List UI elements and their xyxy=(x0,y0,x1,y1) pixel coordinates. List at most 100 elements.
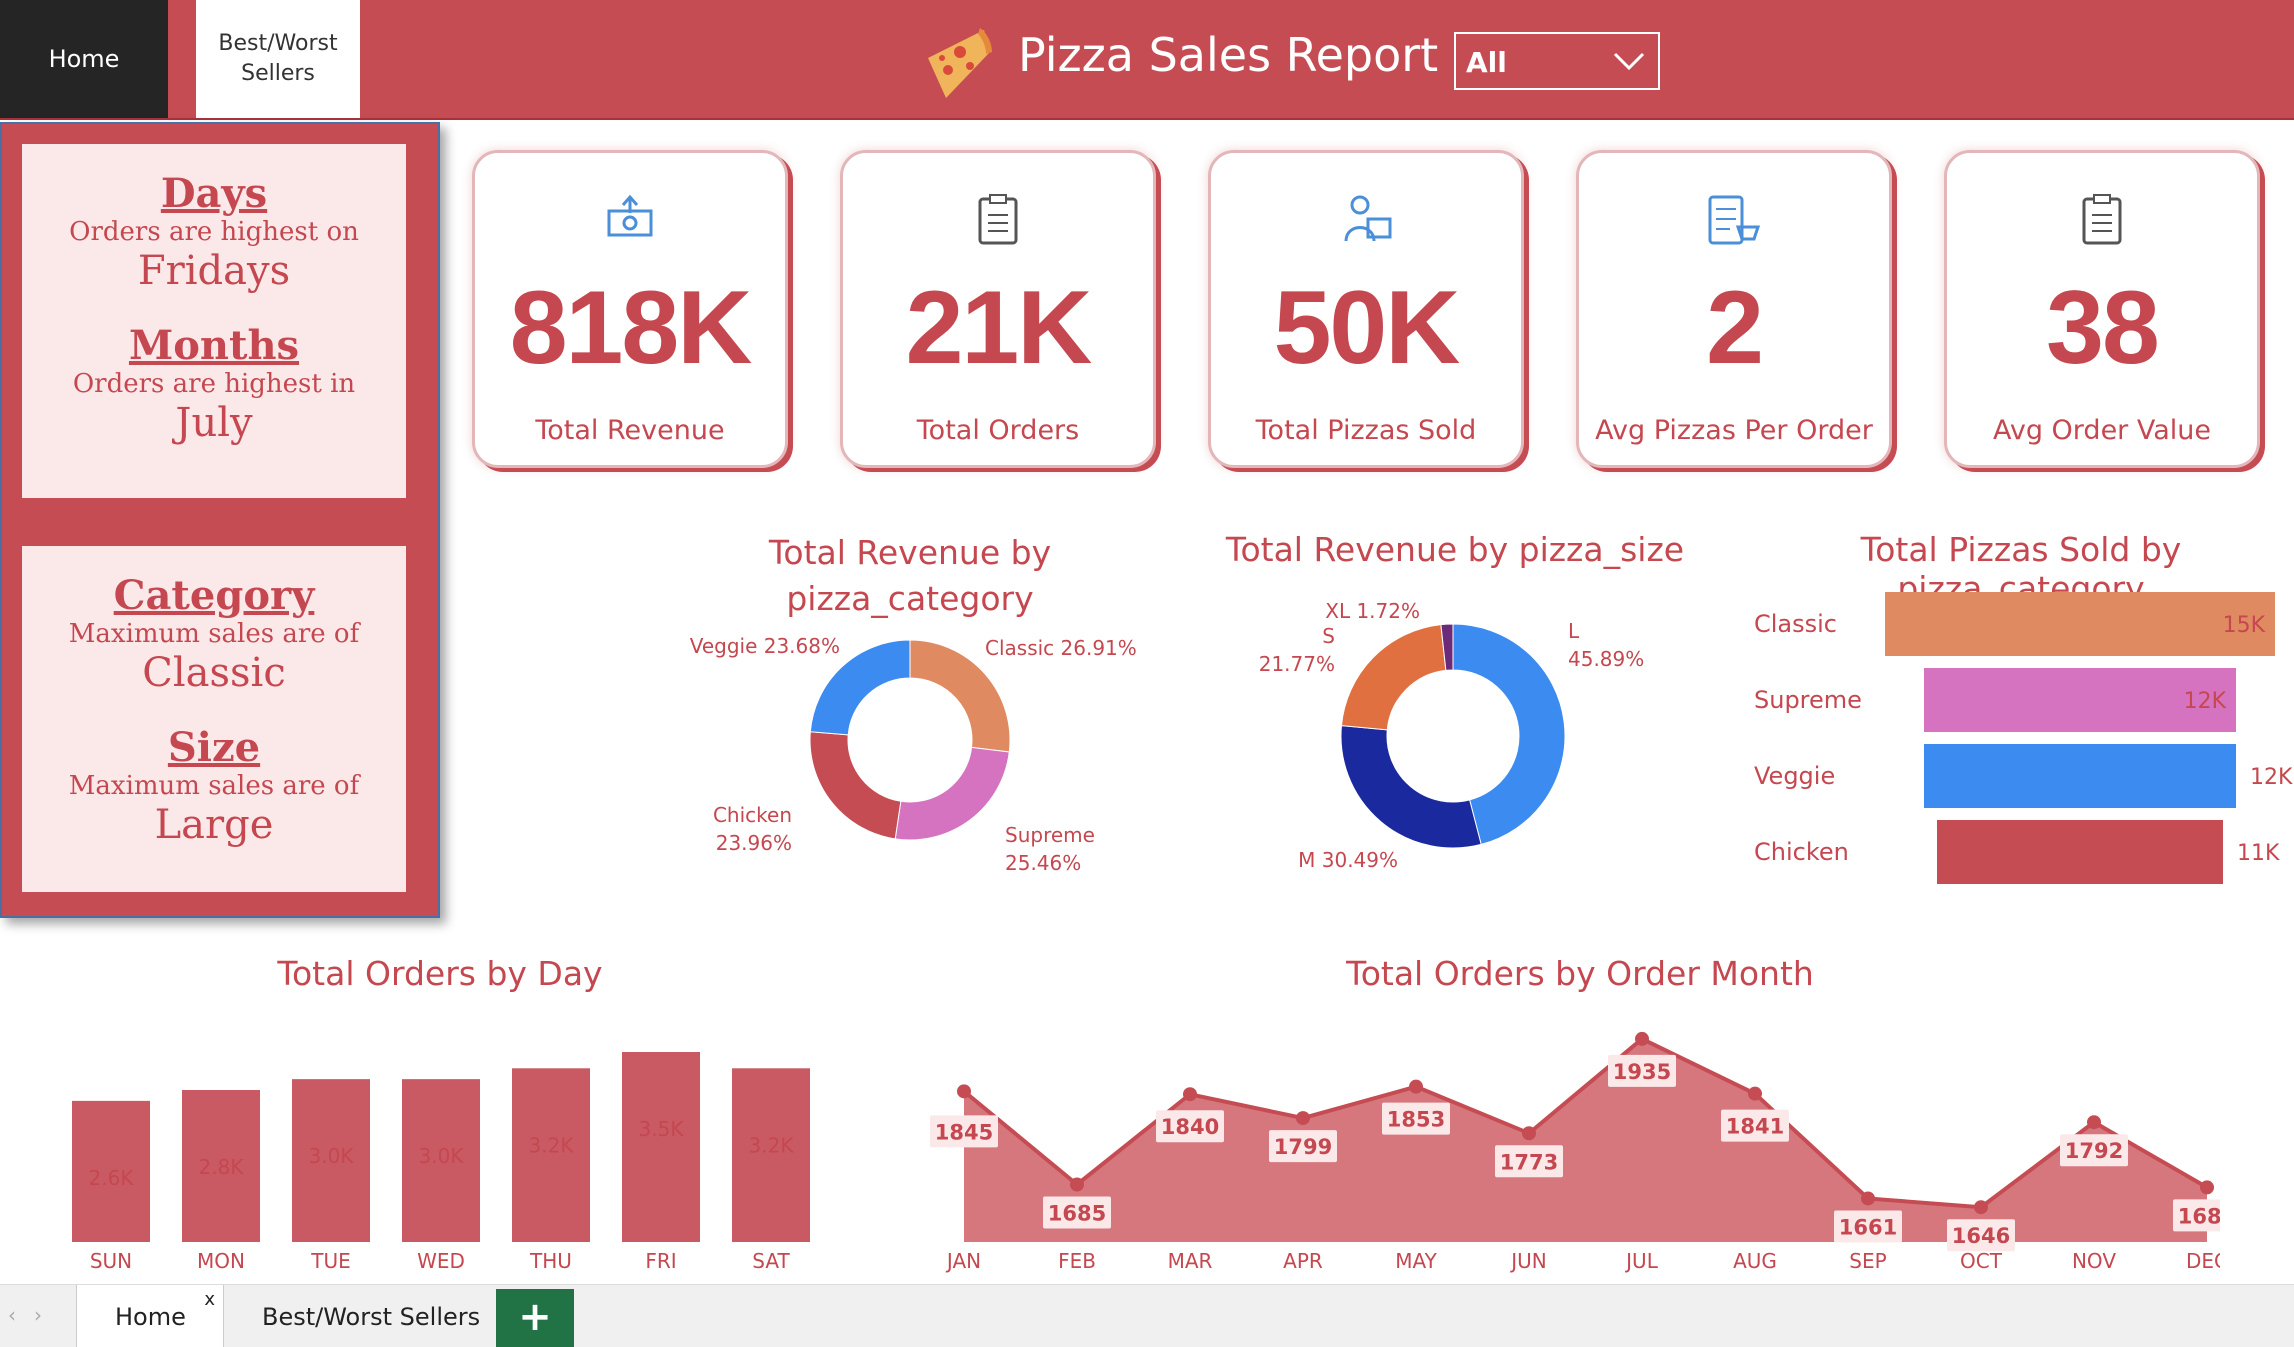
category-label: Chicken xyxy=(1754,838,1849,866)
donut-label-m: M 30.49% xyxy=(1298,848,1398,872)
data-label: 3.2K xyxy=(749,1133,795,1157)
months-value: July xyxy=(175,400,253,446)
category-label: Classic xyxy=(1754,610,1837,638)
days-subtext: Orders are highest on xyxy=(69,217,359,247)
kpi-label: Total Pizzas Sold xyxy=(1255,415,1477,446)
kpi-value: 2 xyxy=(1706,270,1764,386)
checklist-cart-icon xyxy=(1579,193,1889,253)
data-label: 1773 xyxy=(1500,1150,1558,1174)
axis-tick-label: WED xyxy=(417,1249,465,1273)
data-label: 1935 xyxy=(1613,1060,1671,1084)
axis-tick-label: TUE xyxy=(310,1249,351,1273)
category-heading: Category xyxy=(113,572,315,619)
category-label: Supreme xyxy=(1754,686,1862,714)
size-value: Large xyxy=(154,802,274,848)
category-label: Veggie xyxy=(1754,762,1835,790)
bar-veggie xyxy=(1924,744,2236,808)
size-subtext: Maximum sales are of xyxy=(68,771,360,801)
kpi-label: Avg Pizzas Per Order xyxy=(1595,415,1873,446)
axis-tick-label: DEC xyxy=(2186,1249,2220,1273)
months-heading: Months xyxy=(128,322,300,369)
data-label: 12K xyxy=(2184,689,2227,714)
area-chart-orders-by-month: 1845 JAN 1685 FEB 1840 MAR 1799 APR 1853 MAY 1773 J… xyxy=(930,1031,2220,1273)
donut-label-veggie: Veggie 23.68% xyxy=(690,634,840,658)
insight-card-time: Days Orders are highest on Fridays Month… xyxy=(22,144,406,498)
donut-label-s: S xyxy=(1322,624,1335,648)
data-label: 2.8K xyxy=(199,1155,245,1179)
best-worst-nav-label: Best/Worst Sellers xyxy=(218,31,338,86)
report-title: Pizza Sales Report xyxy=(1018,28,1439,82)
data-label: 1685 xyxy=(1048,1202,1106,1226)
bar-chart-pizzas-by-category: Classic 15K Supreme 12K Veggie 12K Chicken 11K xyxy=(1754,592,2293,884)
kpi-label: Total Revenue xyxy=(535,415,725,446)
chart-title-orders-by-month: Total Orders by Order Month xyxy=(1346,954,1814,993)
bar-classic xyxy=(1885,592,2275,656)
axis-tick-label: OCT xyxy=(1960,1249,2003,1273)
axis-tick-label: FRI xyxy=(645,1249,676,1273)
sheet-tab-home[interactable]: Home x xyxy=(76,1285,224,1347)
kpi-value: 818K xyxy=(509,270,753,386)
axis-tick-label: SUN xyxy=(90,1249,132,1273)
donut-label-supreme: Supreme xyxy=(1005,823,1095,847)
kpi-card-total-revenue: 818K Total Revenue xyxy=(472,150,788,468)
home-nav-button[interactable]: Home xyxy=(0,0,168,118)
chart-title-revenue-by-size: Total Revenue by pizza_size xyxy=(1225,530,1685,569)
chart-title-orders-by-day: Total Orders by Day xyxy=(277,954,603,993)
chart-title-revenue-by-category: Total Revenue by pizza_category xyxy=(680,530,1140,622)
sheet-tab-bar: ‹› Home x Best/Worst Sellers + xyxy=(0,1284,2294,1347)
axis-tick-label: JAN xyxy=(945,1249,981,1273)
data-point xyxy=(1974,1200,1988,1215)
axis-tick-label: MAY xyxy=(1395,1249,1437,1273)
data-label: 1680 xyxy=(2178,1204,2220,1228)
kpi-card-total-pizzas-sold: 50K Total Pizzas Sold xyxy=(1208,150,1524,468)
kpi-value: 38 xyxy=(2046,270,2160,386)
sheet-nav-arrows-icon[interactable]: ‹› xyxy=(8,1303,60,1327)
category-subtext: Maximum sales are of xyxy=(68,619,360,649)
axis-tick-label: AUG xyxy=(1733,1249,1777,1273)
data-point xyxy=(1070,1177,1084,1192)
axis-tick-label: SAT xyxy=(752,1249,790,1273)
category-value: Classic xyxy=(142,650,286,696)
delivery-icon xyxy=(1211,193,1521,249)
add-sheet-button[interactable]: + xyxy=(496,1289,574,1347)
close-icon[interactable]: x xyxy=(204,1289,215,1310)
axis-tick-label: APR xyxy=(1283,1249,1323,1273)
donut-label-chicken: Chicken xyxy=(713,803,792,827)
best-worst-nav-button[interactable]: Best/Worst Sellers xyxy=(196,0,360,118)
insight-card-product: Category Maximum sales are of Classic Si… xyxy=(22,546,406,892)
filter-value: All xyxy=(1466,46,1507,79)
data-point xyxy=(1409,1079,1423,1094)
days-heading: Days xyxy=(160,170,268,217)
days-value: Fridays xyxy=(137,248,291,294)
donut-label-chicken: 23.96% xyxy=(716,831,792,855)
home-nav-label: Home xyxy=(48,45,120,73)
bar-fri xyxy=(622,1052,700,1242)
sheet-tab-home-label: Home xyxy=(115,1303,186,1331)
donut-slice-supreme xyxy=(894,746,1010,841)
donut-chart-revenue-by-size: L 45.89% M 30.49% S 21.77% XL 1.72% xyxy=(1259,599,1645,872)
axis-tick-label: JUN xyxy=(1509,1249,1547,1273)
axis-tick-label: THU xyxy=(529,1249,572,1273)
data-label: 1853 xyxy=(1387,1108,1445,1132)
axis-tick-label: SEP xyxy=(1849,1249,1886,1273)
area-fill xyxy=(964,1038,2207,1242)
kpi-value: 21K xyxy=(905,270,1093,386)
chart-title-line-2: pizza_category xyxy=(786,579,1034,618)
data-point xyxy=(1522,1126,1536,1141)
kpi-label: Total Orders xyxy=(916,415,1080,446)
kpi-card-avg-pizzas-per-order: 2 Avg Pizzas Per Order xyxy=(1576,150,1892,468)
data-point xyxy=(1635,1031,1649,1046)
chart-title-line-1: Total Revenue by xyxy=(768,533,1052,572)
report-header: Home Best/Worst Sellers Pizza Sales Repo… xyxy=(0,0,2294,120)
data-label: 15K xyxy=(2223,613,2266,638)
data-point xyxy=(1861,1191,1875,1206)
axis-tick-label: JUL xyxy=(1624,1249,1659,1273)
money-icon xyxy=(475,193,785,243)
clipboard-icon xyxy=(1947,193,2257,251)
months-subtext: Orders are highest in xyxy=(72,369,356,399)
data-label: 2.6K xyxy=(89,1166,135,1190)
data-label: 1661 xyxy=(1839,1215,1897,1239)
sheet-tab-best-worst[interactable]: Best/Worst Sellers xyxy=(262,1303,480,1331)
bar-chicken xyxy=(1937,820,2223,884)
filter-dropdown[interactable]: All xyxy=(1454,32,1660,90)
